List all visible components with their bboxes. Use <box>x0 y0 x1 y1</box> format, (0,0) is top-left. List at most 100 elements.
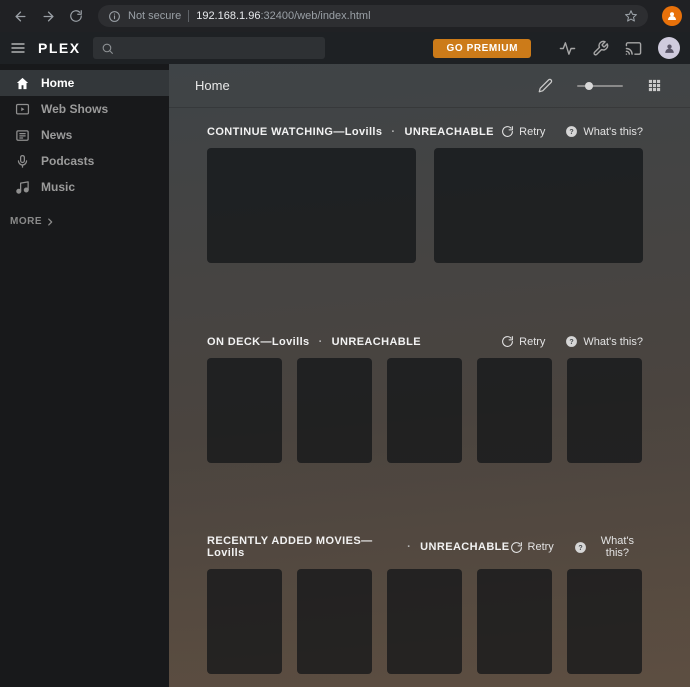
back-icon <box>13 9 28 24</box>
forward-button[interactable] <box>36 4 60 28</box>
hub-recently-added-movies: RECENTLY ADDED MOVIES—Lovills · UNREACHA… <box>207 535 643 674</box>
info-icon[interactable] <box>108 10 121 23</box>
search-icon <box>101 42 114 55</box>
media-card-placeholder <box>207 569 282 674</box>
hub-title[interactable]: CONTINUE WATCHING—Lovills <box>207 126 382 138</box>
media-card-placeholder <box>297 569 372 674</box>
sidebar-item-label: News <box>41 128 73 142</box>
media-card-placeholder <box>387 569 462 674</box>
plex-logo[interactable]: PLEX <box>38 40 81 56</box>
svg-text:?: ? <box>570 129 574 136</box>
user-person-icon <box>663 42 676 55</box>
cast-button[interactable] <box>625 40 642 57</box>
refresh-button[interactable] <box>64 4 88 28</box>
edit-home-button[interactable] <box>538 78 553 93</box>
omnibox-divider <box>188 10 190 22</box>
hub-list: CONTINUE WATCHING—Lovills · UNREACHABLE … <box>169 108 690 674</box>
sidebar-item-home[interactable]: Home <box>0 70 169 96</box>
help-icon: ? <box>565 125 578 138</box>
hub-status: UNREACHABLE <box>420 541 510 553</box>
podcasts-icon <box>15 154 30 169</box>
sidebar-more-button[interactable]: MORE <box>0 216 169 227</box>
sidebar-item-label: Podcasts <box>41 154 95 168</box>
hub-card-row <box>207 148 643 263</box>
browser-profile-avatar[interactable] <box>662 6 682 26</box>
whats-this-button[interactable]: ? What's this? <box>574 535 643 559</box>
hub-card-row <box>207 569 643 674</box>
url-host: 192.168.1.96 <box>196 10 261 22</box>
hub-status: UNREACHABLE <box>331 335 422 348</box>
cast-icon <box>625 40 642 57</box>
web-shows-icon <box>15 102 30 117</box>
hub-card-row <box>207 358 643 463</box>
url-path: :32400/web/index.html <box>260 10 371 22</box>
media-card-placeholder <box>297 358 372 463</box>
refresh-icon <box>69 9 83 23</box>
retry-icon <box>510 541 523 554</box>
tools-button[interactable] <box>592 40 609 57</box>
search-box <box>92 37 325 59</box>
whats-this-button[interactable]: ? What's this? <box>565 125 643 138</box>
hub-separator: · <box>318 335 323 348</box>
media-card-placeholder <box>207 148 416 263</box>
chevron-right-icon <box>45 217 55 227</box>
content-header: Home <box>169 64 690 108</box>
menu-button[interactable] <box>10 40 26 56</box>
plex-navbar: PLEX GO PREMIUM <box>0 32 690 64</box>
media-card-placeholder <box>567 358 642 463</box>
media-card-placeholder <box>387 358 462 463</box>
sidebar-item-label: Home <box>41 76 75 90</box>
profile-person-icon <box>666 10 678 22</box>
address-bar[interactable]: Not secure 192.168.1.96:32400/web/index.… <box>98 5 648 27</box>
sidebar-item-music[interactable]: Music <box>0 174 169 200</box>
sidebar-item-label: Music <box>41 180 76 194</box>
hub-continue-watching: CONTINUE WATCHING—Lovills · UNREACHABLE … <box>207 125 643 263</box>
help-icon: ? <box>574 541 587 554</box>
whats-this-button[interactable]: ? What's this? <box>565 335 643 348</box>
url-text: 192.168.1.96:32400/web/index.html <box>196 10 370 22</box>
retry-button[interactable]: Retry <box>501 335 545 348</box>
hub-separator: · <box>407 541 412 553</box>
security-badge: Not secure <box>128 10 182 22</box>
media-card-placeholder <box>477 569 552 674</box>
sidebar-item-label: Web Shows <box>41 102 109 116</box>
hub-title[interactable]: ON DECK—Lovills <box>207 336 310 348</box>
retry-icon <box>501 125 514 138</box>
grid-icon <box>647 78 662 93</box>
sidebar-item-web-shows[interactable]: Web Shows <box>0 96 169 122</box>
home-icon <box>15 76 30 91</box>
retry-button[interactable]: Retry <box>501 125 545 138</box>
media-card-placeholder <box>477 358 552 463</box>
search-input[interactable] <box>119 41 317 55</box>
slider-track <box>577 84 623 87</box>
go-premium-button[interactable]: GO PREMIUM <box>433 38 531 58</box>
hub-title[interactable]: RECENTLY ADDED MOVIES—Lovills <box>207 535 398 559</box>
music-icon <box>15 180 30 195</box>
hub-status: UNREACHABLE <box>404 125 494 138</box>
svg-text:?: ? <box>570 339 574 346</box>
retry-button[interactable]: Retry <box>510 541 554 554</box>
help-icon: ? <box>565 335 578 348</box>
sidebar-item-podcasts[interactable]: Podcasts <box>0 148 169 174</box>
activity-button[interactable] <box>559 40 576 57</box>
card-size-slider[interactable] <box>577 79 623 93</box>
slider-knob[interactable] <box>585 81 593 90</box>
more-label: MORE <box>10 216 42 227</box>
news-icon <box>15 128 30 143</box>
tools-icon <box>592 40 609 57</box>
hub-on-deck: ON DECK—Lovills · UNREACHABLE Retry ? Wh… <box>207 335 643 463</box>
back-button[interactable] <box>8 4 32 28</box>
media-card-placeholder <box>567 569 642 674</box>
menu-icon <box>10 40 26 56</box>
browser-toolbar: Not secure 192.168.1.96:32400/web/index.… <box>0 0 690 32</box>
sidebar-item-news[interactable]: News <box>0 122 169 148</box>
media-card-placeholder <box>207 358 282 463</box>
forward-icon <box>41 9 56 24</box>
media-card-placeholder <box>434 148 643 263</box>
user-avatar[interactable] <box>658 37 680 59</box>
bookmark-star-icon[interactable] <box>624 9 638 23</box>
edit-icon <box>538 78 553 93</box>
hub-separator: · <box>391 125 396 138</box>
main-content: Home CONTINUE WATCHING—Lovills · UNREACH… <box>169 64 690 687</box>
grid-view-button[interactable] <box>647 78 662 93</box>
